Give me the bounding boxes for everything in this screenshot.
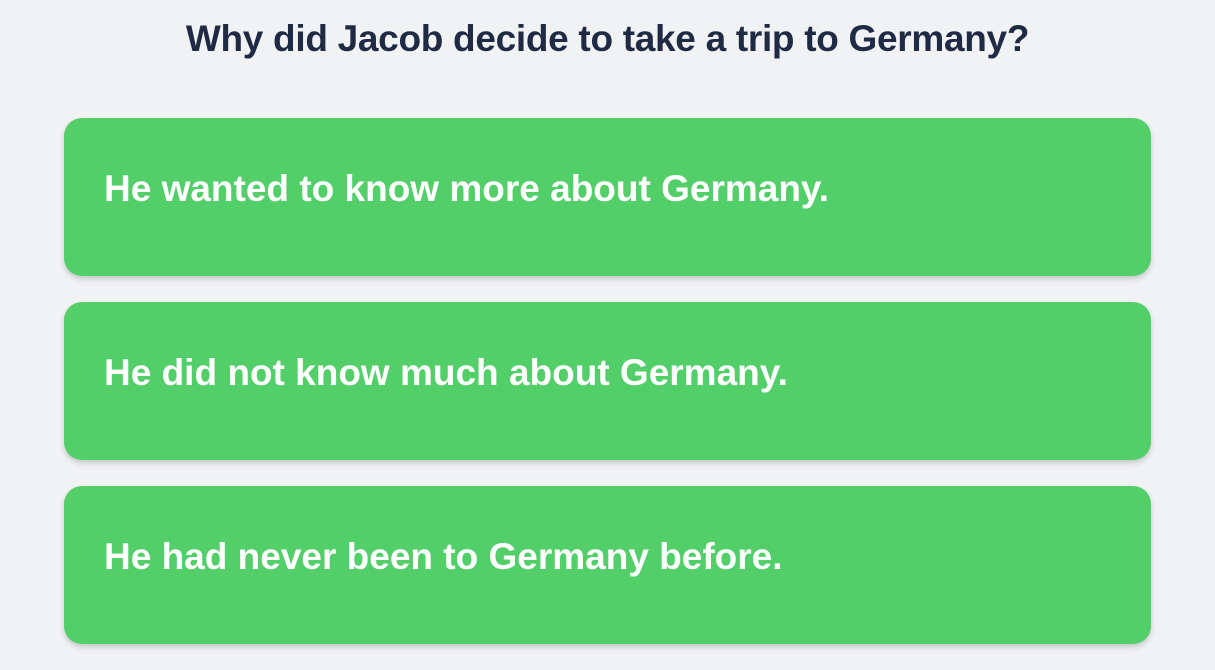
question-title: Why did Jacob decide to take a trip to G… (185, 18, 1030, 59)
answer-option-1[interactable]: He wanted to know more about Germany. (64, 118, 1151, 276)
answer-option-label: He did not know much about Germany. (104, 352, 788, 393)
answer-option-label: He had never been to Germany before. (104, 536, 783, 577)
answer-options: He wanted to know more about Germany. He… (64, 118, 1151, 670)
answer-option-2[interactable]: He did not know much about Germany. (64, 302, 1151, 460)
answer-option-label: He wanted to know more about Germany. (104, 168, 830, 209)
answer-option-3[interactable]: He had never been to Germany before. (64, 486, 1151, 644)
